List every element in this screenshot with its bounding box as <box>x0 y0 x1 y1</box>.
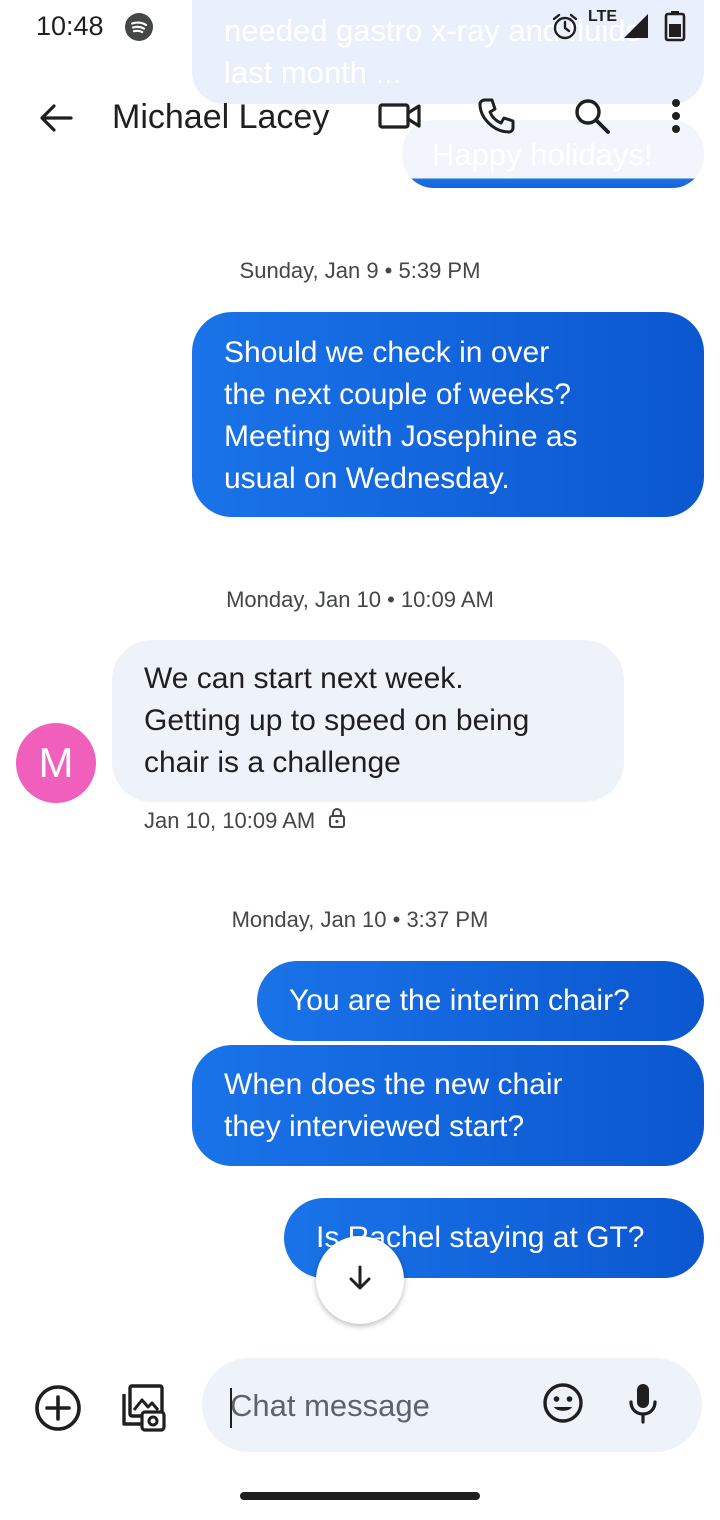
message-line: chair is a challenge <box>144 746 401 779</box>
battery-icon <box>664 10 686 42</box>
add-circle-icon <box>33 1383 83 1438</box>
phone-icon <box>476 96 516 141</box>
lock-icon <box>327 807 347 835</box>
date-separator: Monday, Jan 10 • 3:37 PM <box>231 907 489 932</box>
attach-button[interactable] <box>30 1382 86 1438</box>
scroll-to-bottom-button[interactable] <box>316 1236 404 1324</box>
incoming-message-bubble[interactable]: We can start next week. Getting up to sp… <box>112 640 624 802</box>
message-line: We can start next week. <box>144 662 464 695</box>
message-time: Jan 10, 10:09 AM <box>144 808 316 833</box>
status-time: 10:48 <box>36 11 104 41</box>
video-call-button[interactable] <box>374 92 426 144</box>
voice-input-button[interactable] <box>618 1380 668 1430</box>
arrow-down-icon <box>345 1263 375 1298</box>
message-line: Meeting with Josephine as <box>224 420 578 453</box>
alarm-icon <box>550 12 580 42</box>
network-type: LTE <box>588 8 618 25</box>
date-separator: Sunday, Jan 9 • 5:39 PM <box>239 258 481 283</box>
search-button[interactable] <box>566 92 618 144</box>
video-call-icon <box>377 100 423 137</box>
emoji-button[interactable] <box>538 1380 588 1430</box>
contact-avatar[interactable]: M <box>16 723 96 803</box>
message-status: Jan 10, 10:09 AM <box>144 807 347 835</box>
conversation-header: Michael Lacey <box>0 70 720 166</box>
date-separator: Monday, Jan 10 • 10:09 AM <box>226 587 494 612</box>
more-vert-icon <box>670 98 682 139</box>
back-button[interactable] <box>30 94 82 146</box>
gallery-icon <box>116 1382 168 1439</box>
outgoing-message-bubble[interactable]: When does the new chair they interviewed… <box>192 1045 704 1166</box>
message-line: usual on Wednesday. <box>224 462 510 495</box>
back-arrow-icon <box>37 99 75 142</box>
emoji-icon <box>541 1381 585 1430</box>
text-cursor <box>230 1388 232 1428</box>
signal-icon <box>622 12 650 40</box>
message-line: the next couple of weeks? <box>224 378 571 411</box>
gallery-button[interactable] <box>114 1382 170 1438</box>
message-thread[interactable]: needed gastro x-ray and fluids last mont… <box>0 0 720 1340</box>
mic-icon <box>626 1381 660 1430</box>
message-line: When does the new chair <box>224 1068 563 1101</box>
search-icon <box>572 96 612 141</box>
spotify-icon <box>124 12 154 42</box>
avatar-initial: M <box>38 739 74 786</box>
message-line: Should we check in over <box>224 336 550 369</box>
message-field[interactable] <box>202 1358 702 1452</box>
call-button[interactable] <box>470 92 522 144</box>
message-line: Getting up to speed on being <box>144 704 530 737</box>
chat-message-input[interactable] <box>230 1386 530 1426</box>
contact-name[interactable]: Michael Lacey <box>112 98 329 137</box>
gesture-nav-handle[interactable] <box>240 1492 480 1500</box>
message-composer <box>0 1350 720 1470</box>
status-bar: 10:48 LTE <box>0 0 720 56</box>
message-line: they interviewed start? <box>224 1110 525 1143</box>
outgoing-message-bubble[interactable]: You are the interim chair? <box>257 961 704 1041</box>
message-line: You are the interim chair? <box>289 984 630 1017</box>
more-options-button[interactable] <box>650 92 702 144</box>
outgoing-message-bubble[interactable]: Should we check in over the next couple … <box>192 312 704 517</box>
